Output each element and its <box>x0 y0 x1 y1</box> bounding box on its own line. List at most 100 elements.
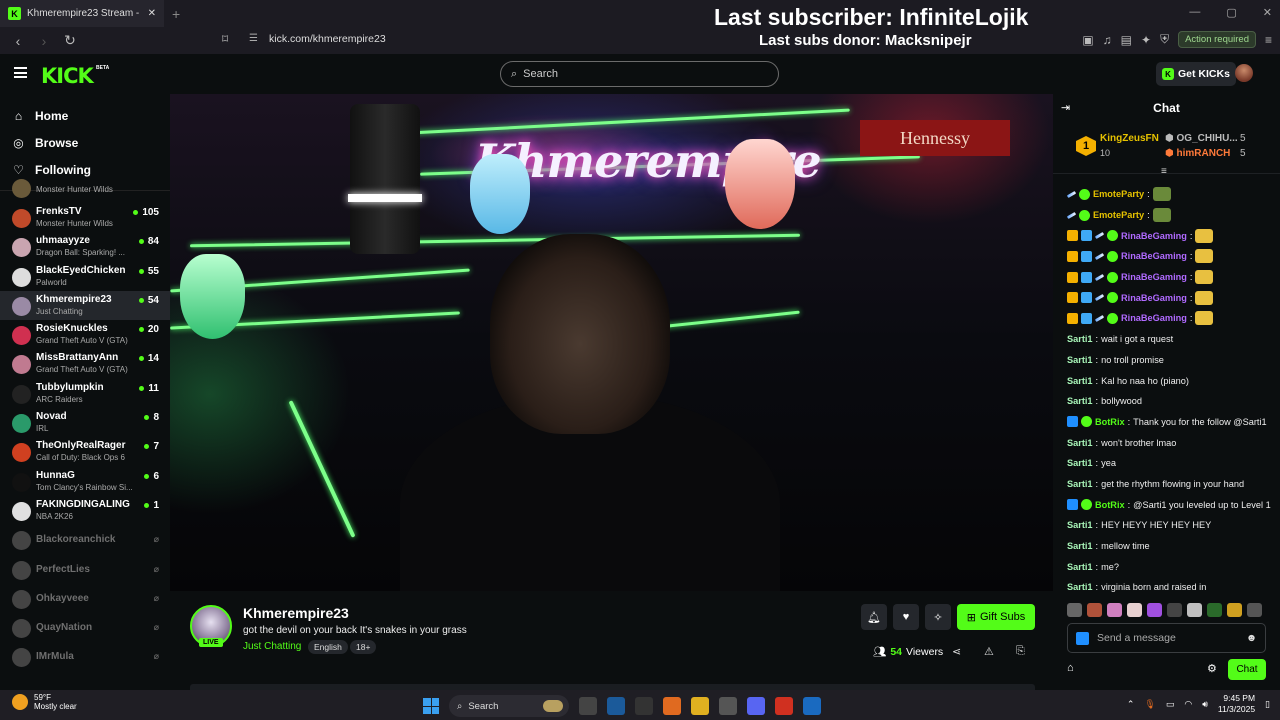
chat-username[interactable]: Sarti1 <box>1067 396 1093 406</box>
notification-icon[interactable]: ▯ <box>1265 699 1270 710</box>
chat-username[interactable]: Sarti1 <box>1067 479 1093 489</box>
user-avatar[interactable] <box>1235 64 1253 82</box>
chat-username[interactable]: Sarti1 <box>1067 334 1093 344</box>
emoji-picker-icon[interactable]: ☻ <box>1246 632 1257 644</box>
nav-browse[interactable]: ◎ Browse <box>12 129 158 156</box>
bookmark-icon[interactable]: ⌑ <box>222 32 228 46</box>
sidebar-channel[interactable]: QuayNation ⌀ <box>0 613 170 642</box>
report-icon[interactable]: ⚠ <box>984 645 994 658</box>
chat-username[interactable]: EmoteParty <box>1093 189 1144 199</box>
sidebar-channel[interactable]: IMrMula ⌀ <box>0 642 170 671</box>
discord-icon[interactable] <box>747 697 765 715</box>
shield-icon[interactable]: ⛨ <box>1160 32 1169 47</box>
sidebar-channel[interactable]: Tubbylumpkin ARC Raiders 11 <box>0 379 170 408</box>
weather-widget[interactable]: 59°F Mostly clear <box>12 693 77 711</box>
sidebar-channel[interactable]: Monster Hunter Wilds <box>0 179 170 203</box>
clock[interactable]: 9:45 PM 11/3/2025 <box>1218 693 1255 715</box>
streamer-name[interactable]: Khmerempire23 <box>243 605 349 621</box>
close-window-icon[interactable]: ✕ <box>1263 6 1272 19</box>
nav-home[interactable]: ⌂ Home <box>12 102 158 129</box>
emote[interactable] <box>1087 603 1102 617</box>
video-player[interactable]: Khmerempire Hennessy <box>170 94 1053 591</box>
emote[interactable] <box>1247 603 1262 617</box>
emote[interactable] <box>1107 603 1122 617</box>
tag-age[interactable]: 18+ <box>350 640 377 654</box>
file-explorer-icon[interactable] <box>691 697 709 715</box>
chat-username[interactable]: BotRix <box>1095 417 1125 427</box>
nav-following[interactable]: ♡ Following <box>12 156 158 183</box>
emote[interactable] <box>1187 603 1202 617</box>
sidebar-channel[interactable]: TheOnlyRealRager Call of Duty: Black Ops … <box>0 437 170 466</box>
sidebar-channel[interactable]: uhmaayyze Dragon Ball: Sparking! ... 84 <box>0 232 170 261</box>
chat-send-button[interactable]: Chat <box>1228 659 1266 680</box>
task-view-icon[interactable] <box>579 697 597 715</box>
chat-username[interactable]: Sarti1 <box>1067 582 1093 592</box>
emote[interactable] <box>1227 603 1242 617</box>
chat-username[interactable]: Sarti1 <box>1067 562 1093 572</box>
app-icon[interactable] <box>803 697 821 715</box>
chat-username[interactable]: RinaBeGaming <box>1121 251 1187 261</box>
chat-username[interactable]: BotRix <box>1095 500 1125 510</box>
stream-category-link[interactable]: Just Chatting <box>243 641 301 652</box>
sidebar-channel[interactable]: MissBrattanyAnn Grand Theft Auto V (GTA) 1… <box>0 349 170 378</box>
chat-username[interactable]: Sarti1 <box>1067 458 1093 468</box>
store-icon[interactable]: ⌂ <box>1067 662 1074 674</box>
chat-username[interactable]: Sarti1 <box>1067 541 1093 551</box>
emote[interactable] <box>1207 603 1222 617</box>
chat-username[interactable]: RinaBeGaming <box>1121 231 1187 241</box>
emote[interactable] <box>1067 603 1082 617</box>
clip-icon[interactable]: ⎘ <box>1016 645 1025 658</box>
expand-gifters-icon[interactable]: ≡ <box>1161 166 1167 177</box>
chat-username[interactable]: Sarti1 <box>1067 438 1093 448</box>
chat-username[interactable]: RinaBeGaming <box>1121 313 1187 323</box>
top-gifter-name[interactable]: KingZeusFN <box>1100 133 1159 144</box>
chat-username[interactable]: Sarti1 <box>1067 520 1093 530</box>
browser-tab[interactable]: K Khmerempire23 Stream - Wa ✕ <box>0 0 164 27</box>
volume-icon[interactable]: 🔊︎ <box>1202 699 1208 710</box>
notification-bell-button[interactable]: 🔔︎ <box>861 604 887 630</box>
app-icon[interactable] <box>663 697 681 715</box>
sidebar-channel[interactable]: Blackoreanchick ⌀ <box>0 525 170 554</box>
new-tab-icon[interactable]: + <box>172 6 180 22</box>
reader-icon[interactable]: ▤ <box>1121 33 1132 47</box>
emote[interactable] <box>1147 603 1162 617</box>
wifi-icon[interactable]: ◠ <box>1184 699 1192 710</box>
windows-start-icon[interactable] <box>423 698 439 714</box>
chat-username[interactable]: RinaBeGaming <box>1121 272 1187 282</box>
chat-username[interactable]: RinaBeGaming <box>1121 293 1187 303</box>
network-icon[interactable]: ▭ <box>1166 699 1175 710</box>
sparkle-button[interactable]: ✧ <box>925 604 951 630</box>
chat-username[interactable]: Sarti1 <box>1067 376 1093 386</box>
site-info-icon[interactable]: ☰ <box>249 33 258 44</box>
sidebar-channel[interactable]: FrenksTV Monster Hunter Wilds 105 <box>0 203 170 232</box>
taskbar-search[interactable]: ⌕ Search <box>449 695 569 717</box>
sidebar-channel[interactable]: FAKINGDINGALING NBA 2K26 1 <box>0 496 170 525</box>
sidebar-channel[interactable]: Novad IRL 8 <box>0 408 170 437</box>
tag-language[interactable]: English <box>308 640 348 654</box>
sidebar-icon[interactable]: ▣ <box>1082 33 1093 47</box>
app-icon[interactable] <box>719 697 737 715</box>
settings-gear-icon[interactable]: ⚙ <box>1207 662 1217 675</box>
brave-browser-icon[interactable] <box>775 697 793 715</box>
maximize-icon[interactable]: ▢ <box>1226 6 1236 19</box>
chat-username[interactable]: Sarti1 <box>1067 355 1093 365</box>
action-required-button[interactable]: Action required <box>1178 31 1256 48</box>
app-icon[interactable] <box>635 697 653 715</box>
reload-icon[interactable]: ↻ <box>62 32 78 49</box>
sidebar-channel[interactable]: PerfectLies ⌀ <box>0 555 170 584</box>
minimize-icon[interactable]: — <box>1189 6 1200 19</box>
emote[interactable] <box>1127 603 1142 617</box>
steam-icon[interactable] <box>607 697 625 715</box>
get-kicks-button[interactable]: K Get KICKs <box>1156 62 1236 86</box>
mic-icon[interactable]: 🎙︎ <box>1144 699 1155 710</box>
search-input[interactable]: ⌕ Search <box>500 61 779 87</box>
hamburger-menu-icon[interactable] <box>14 67 27 78</box>
follow-button[interactable]: ♥ <box>893 604 919 630</box>
close-tab-icon[interactable]: ✕ <box>148 8 156 19</box>
sidebar-channel[interactable]: HunnaG Tom Clancy's Rainbow Si... 6 <box>0 467 170 496</box>
music-icon[interactable]: ♫ <box>1103 33 1112 47</box>
share-icon[interactable]: ⋖ <box>952 645 961 658</box>
kick-logo[interactable]: KICK <box>41 64 94 88</box>
emote[interactable] <box>1167 603 1182 617</box>
menu-icon[interactable]: ≡ <box>1265 33 1272 47</box>
